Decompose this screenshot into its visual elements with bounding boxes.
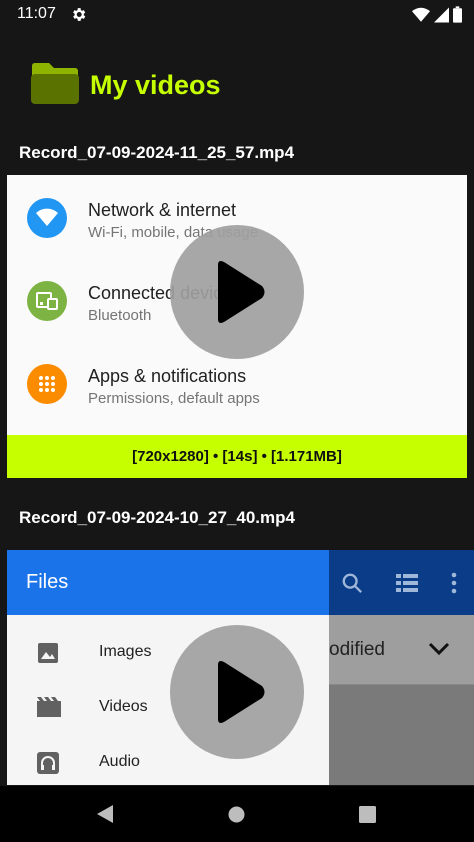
search-icon <box>342 573 362 593</box>
page-title: My videos <box>90 69 221 100</box>
folder-icon <box>30 62 80 109</box>
play-icon <box>218 661 265 723</box>
status-icons <box>412 6 462 23</box>
sort-label: odified <box>329 639 385 660</box>
drawer-title: Files <box>26 571 69 593</box>
preview-row-title: Network & internet <box>88 200 237 220</box>
list-view-icon <box>396 574 418 592</box>
preview-row-subtitle: Permissions, default apps <box>88 390 260 407</box>
recents-icon[interactable] <box>359 806 376 823</box>
preview-row-subtitle: Bluetooth <box>88 307 152 324</box>
headphones-icon <box>37 752 59 774</box>
play-button[interactable] <box>170 625 304 759</box>
page-header: My videos <box>30 60 221 110</box>
chevron-down-icon <box>428 642 450 656</box>
status-time: 11:07 <box>17 5 56 22</box>
preview-row-title: Apps & notifications <box>88 366 247 386</box>
wifi-signal-icon <box>412 7 430 22</box>
play-icon <box>218 261 265 323</box>
devices-icon <box>27 281 67 321</box>
system-nav-bar <box>0 786 474 842</box>
preview-row-apps: Apps & notifications Permissions, defaul… <box>7 354 467 424</box>
play-button[interactable] <box>170 225 304 359</box>
video-file-name: Record_07-09-2024-11_25_57.mp4 <box>19 143 295 162</box>
apps-grid-icon <box>27 364 67 404</box>
cell-signal-icon <box>434 7 449 22</box>
movie-icon <box>37 697 61 717</box>
settings-gear-icon <box>70 6 87 28</box>
more-vert-icon <box>451 572 457 594</box>
battery-icon <box>453 6 462 23</box>
image-icon <box>38 643 58 663</box>
wifi-icon <box>27 198 67 238</box>
back-icon[interactable] <box>96 804 114 824</box>
home-icon[interactable] <box>228 806 245 823</box>
status-bar: 11:07 <box>0 0 474 30</box>
video-file-name: Record_07-09-2024-10_27_40.mp4 <box>19 508 295 527</box>
video-meta-info: [720x1280] • [14s] • [1.171MB] <box>7 435 467 478</box>
